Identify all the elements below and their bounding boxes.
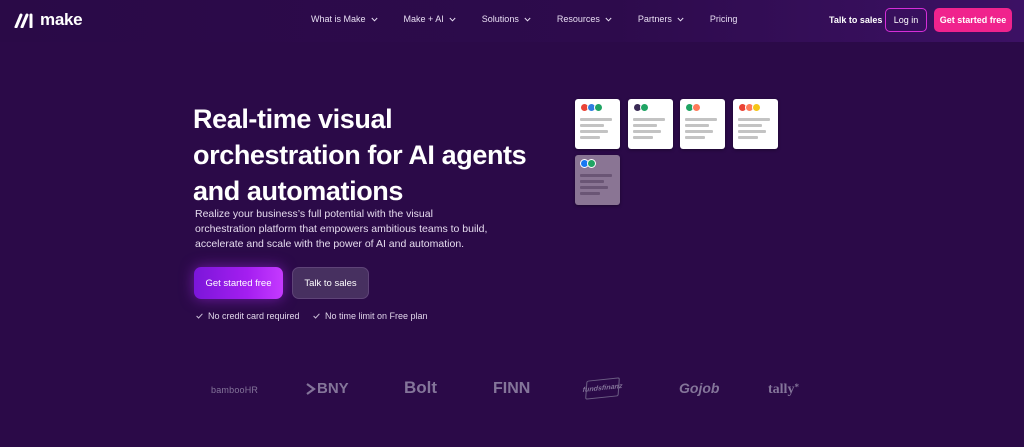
chevron-down-icon bbox=[524, 17, 531, 22]
bny-text: BNY bbox=[317, 380, 349, 397]
scenario-card bbox=[575, 99, 620, 149]
menu-item-resources[interactable]: Resources bbox=[557, 14, 612, 24]
menu-item-make-ai[interactable]: Make + AI bbox=[404, 14, 456, 24]
menu-item-label: Solutions bbox=[481, 14, 519, 24]
brand-name: make bbox=[40, 10, 83, 29]
menu-item-what-is-make[interactable]: What is Make bbox=[311, 14, 378, 24]
make-logo-icon bbox=[14, 13, 33, 28]
bolt-logo: Bolt bbox=[404, 378, 438, 397]
sheets-icon bbox=[587, 159, 596, 168]
talk-to-sales-link[interactable]: Talk to sales bbox=[829, 15, 882, 25]
finn-logo: FINN bbox=[493, 380, 531, 397]
top-navigation: make What is Make Make + AI Solutions Re… bbox=[0, 0, 1024, 42]
bamboohr-logo: bambooHR bbox=[211, 385, 259, 395]
menu-item-label: Resources bbox=[556, 14, 600, 24]
gojob-logo: Gojob bbox=[679, 380, 720, 396]
menu-item-pricing[interactable]: Pricing bbox=[710, 14, 738, 24]
sheets-icon bbox=[594, 103, 603, 112]
menu-item-label: Make + AI bbox=[403, 14, 444, 24]
menu-item-label: What is Make bbox=[311, 14, 366, 24]
chevron-down-icon bbox=[605, 17, 612, 22]
get-started-button[interactable]: Get started free bbox=[194, 267, 283, 299]
scenario-card bbox=[628, 99, 673, 149]
scenario-card bbox=[733, 99, 778, 149]
menu-item-label: Partners bbox=[637, 14, 672, 24]
tally-text: tally bbox=[768, 382, 795, 397]
chevron-down-icon bbox=[370, 17, 378, 22]
check-label: No credit card required bbox=[208, 311, 300, 321]
tally-logo: tally* bbox=[768, 382, 799, 398]
checkmark-icon bbox=[196, 313, 203, 319]
sheets-icon bbox=[640, 103, 649, 112]
tally-star-icon: * bbox=[794, 382, 799, 392]
main-menu: What is Make Make + AI Solutions Resourc… bbox=[311, 14, 737, 24]
scenario-card-inactive bbox=[575, 155, 620, 205]
scenario-card bbox=[680, 99, 725, 149]
get-started-nav-button[interactable]: Get started free bbox=[934, 8, 1012, 32]
login-button[interactable]: Log in bbox=[885, 8, 927, 32]
menu-item-solutions[interactable]: Solutions bbox=[482, 14, 531, 24]
bny-arrow-icon bbox=[306, 382, 316, 395]
chevron-down-icon bbox=[449, 17, 456, 22]
hubspot-icon bbox=[692, 103, 701, 112]
customer-logos: bambooHR BNY Bolt FINN fundsfinanz Gojob… bbox=[0, 375, 1024, 405]
fundsfinanz-logo: fundsfinanz bbox=[582, 377, 623, 400]
check-item-no-time-limit: No time limit on Free plan bbox=[313, 311, 428, 321]
hero-title: Real-time visual orchestration for AI ag… bbox=[193, 104, 527, 206]
check-item-no-credit-card: No credit card required bbox=[196, 311, 300, 321]
bny-logo: BNY bbox=[306, 380, 349, 397]
chevron-down-icon bbox=[677, 17, 684, 22]
check-label: No time limit on Free plan bbox=[325, 311, 428, 321]
talk-to-sales-button[interactable]: Talk to sales bbox=[292, 267, 369, 299]
menu-item-partners[interactable]: Partners bbox=[638, 14, 684, 24]
make-logo[interactable]: make bbox=[14, 10, 83, 30]
zoho-icon bbox=[752, 103, 761, 112]
menu-item-label: Pricing bbox=[709, 14, 738, 24]
hero-subtitle: Realize your business’s full potential w… bbox=[195, 208, 488, 250]
checkmark-icon bbox=[313, 313, 320, 319]
